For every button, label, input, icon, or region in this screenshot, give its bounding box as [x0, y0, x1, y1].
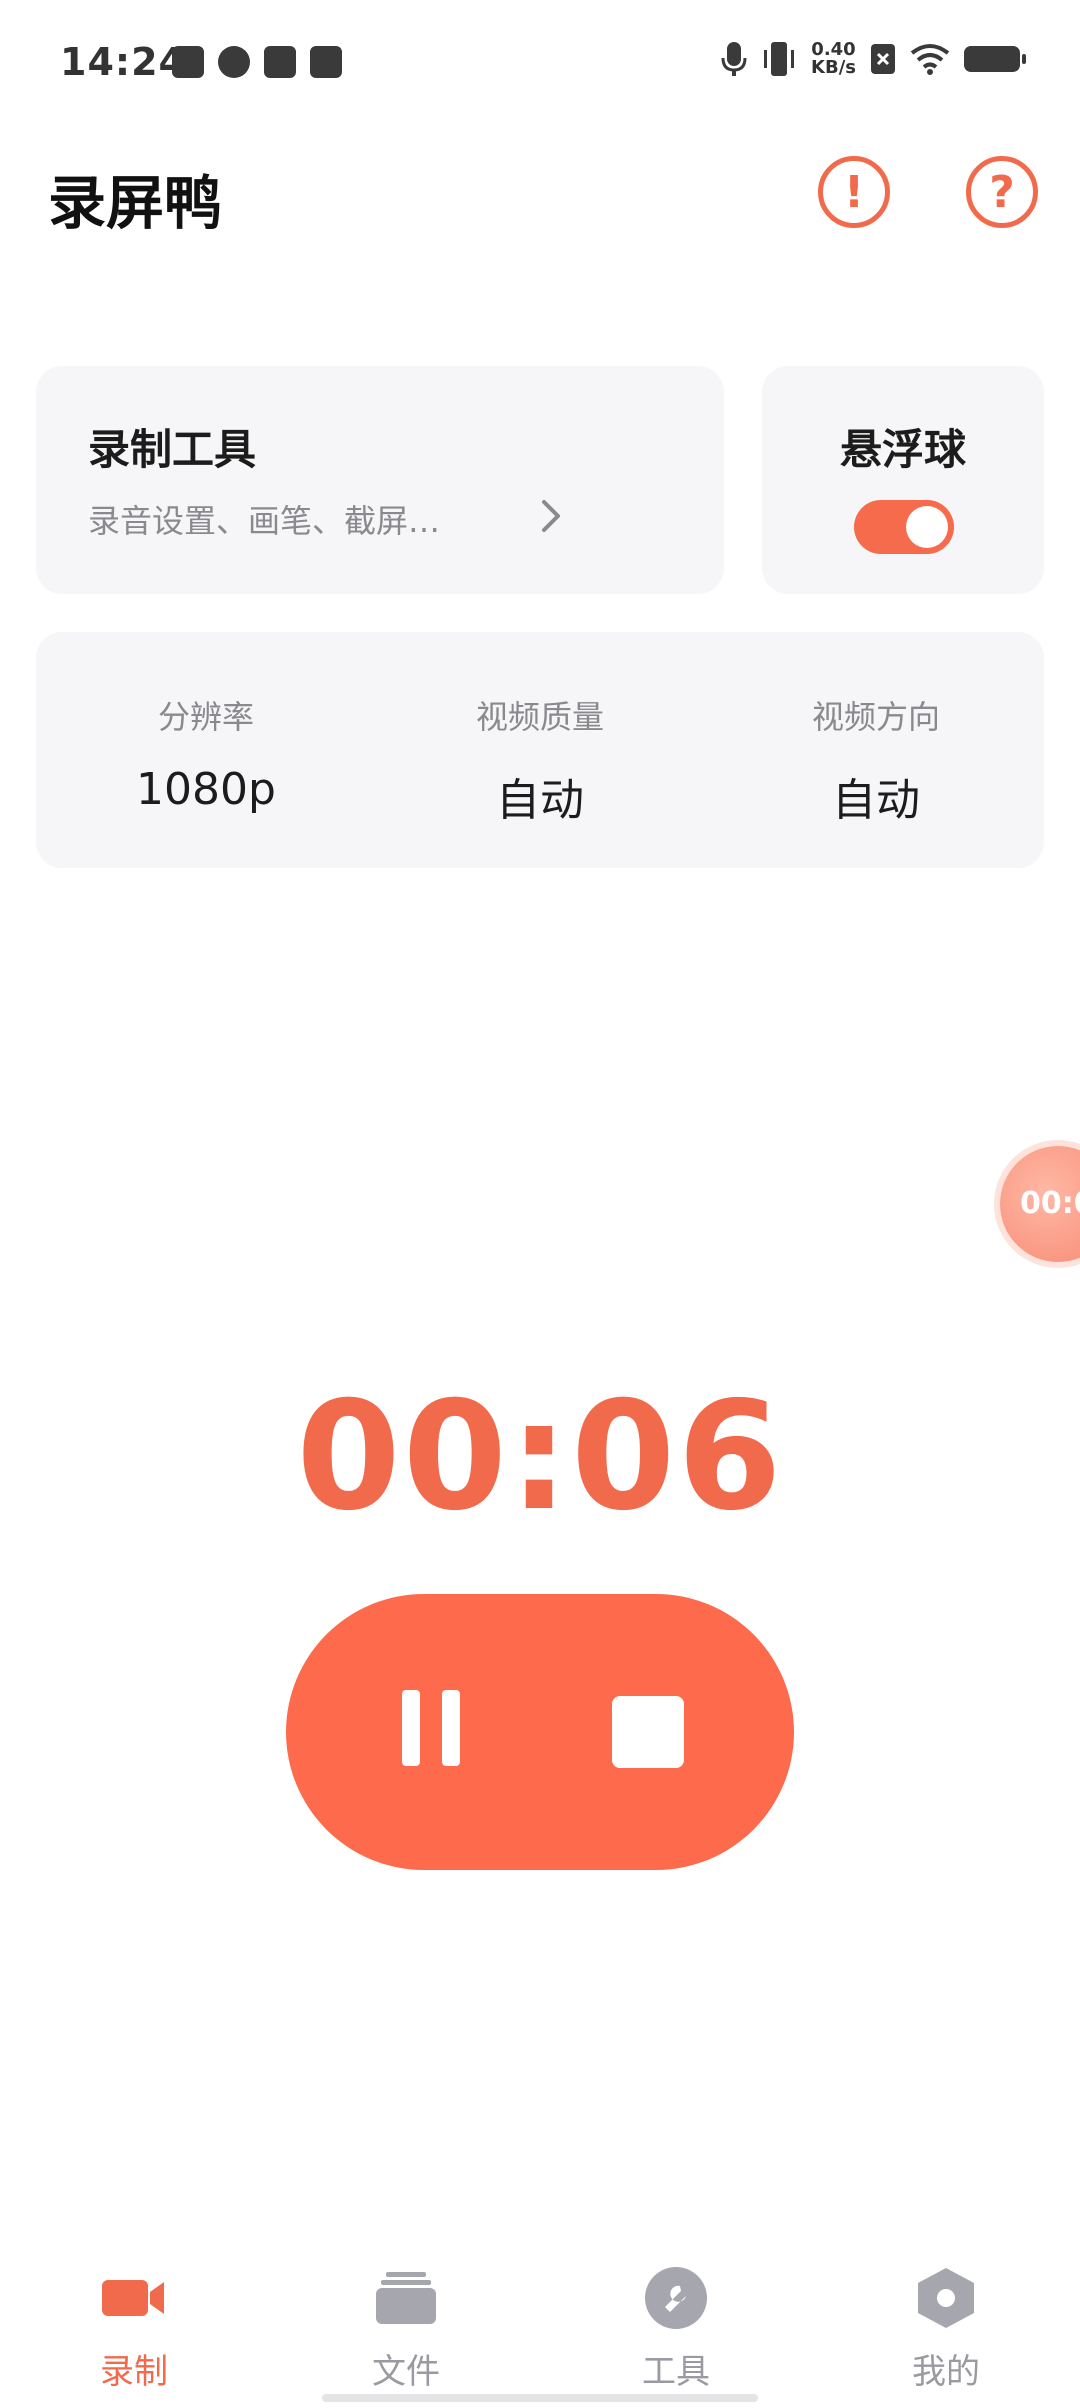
floating-timer-bubble[interactable]: 00:0 [1000, 1146, 1080, 1262]
bag-icon [310, 46, 342, 78]
exclamation-icon: ! [843, 166, 865, 218]
video-camera-icon [102, 2280, 164, 2316]
link-icon [218, 46, 250, 78]
resolution-setting[interactable]: 分辨率 1080p [56, 632, 356, 868]
wifi-icon [910, 44, 950, 75]
recording-tools-card[interactable]: 录制工具 录音设置、画笔、截屏… [36, 366, 724, 594]
setting-label: 视频质量 [475, 698, 604, 736]
video-icon [172, 46, 204, 78]
home-indicator [322, 2394, 758, 2402]
wrench-icon [645, 2267, 707, 2329]
floating-ball-card: 悬浮球 [762, 366, 1044, 594]
recording-timer: 00:06 [296, 1370, 784, 1544]
nav-tools[interactable]: 工具 [576, 2266, 776, 2393]
mic-icon [721, 42, 747, 76]
inbox-icon [264, 46, 296, 78]
stop-button[interactable] [612, 1696, 684, 1768]
question-icon: ? [989, 166, 1015, 218]
floating-ball-toggle[interactable] [854, 500, 954, 554]
status-bar: 14:24 0.40 KB/s [0, 0, 1080, 130]
setting-label: 分辨率 [157, 698, 254, 736]
net-speed-unit: KB/s [811, 57, 856, 78]
floating-timer-text: 00:0 [1020, 1186, 1080, 1221]
toggle-knob [906, 506, 948, 548]
setting-value: 自动 [496, 775, 584, 826]
recording-settings-card: 分辨率 1080p 视频质量 自动 视频方向 自动 [36, 632, 1044, 868]
nav-files[interactable]: 文件 [306, 2266, 506, 2393]
nav-label: 文件 [372, 2352, 440, 2392]
nav-me[interactable]: 我的 [846, 2266, 1046, 2393]
recording-tools-title: 录制工具 [88, 425, 257, 474]
chevron-right-icon [542, 500, 560, 532]
notice-button[interactable]: ! [818, 156, 890, 228]
notification-icons [172, 46, 342, 78]
system-icons: 0.40 KB/s [721, 40, 1026, 78]
battery-icon [964, 46, 1026, 72]
recording-controls [286, 1594, 794, 1870]
pause-button[interactable] [386, 1690, 466, 1774]
setting-value: 自动 [832, 775, 920, 826]
setting-label: 视频方向 [811, 698, 940, 736]
status-time: 14:24 [60, 40, 186, 84]
setting-value: 1080p [136, 764, 276, 815]
recording-tools-subtitle: 录音设置、画笔、截屏… [88, 502, 441, 540]
hexagon-user-icon [918, 2268, 974, 2328]
floating-ball-title: 悬浮球 [839, 425, 966, 474]
help-button[interactable]: ? [966, 156, 1038, 228]
video-orientation-setting[interactable]: 视频方向 自动 [726, 632, 1026, 868]
nav-record[interactable]: 录制 [34, 2266, 234, 2393]
nav-label: 工具 [642, 2352, 710, 2392]
folder-stack-icon [376, 2272, 436, 2324]
bottom-nav: 录制 文件 工具 我的 [0, 2250, 1080, 2408]
nav-label: 录制 [100, 2352, 168, 2392]
video-quality-setting[interactable]: 视频质量 自动 [390, 632, 690, 868]
vibrate-icon [764, 42, 795, 76]
nav-label: 我的 [912, 2352, 980, 2392]
app-title: 录屏鸭 [48, 169, 223, 237]
sim-off-icon [871, 44, 895, 74]
network-speed: 0.40 KB/s [811, 41, 856, 77]
